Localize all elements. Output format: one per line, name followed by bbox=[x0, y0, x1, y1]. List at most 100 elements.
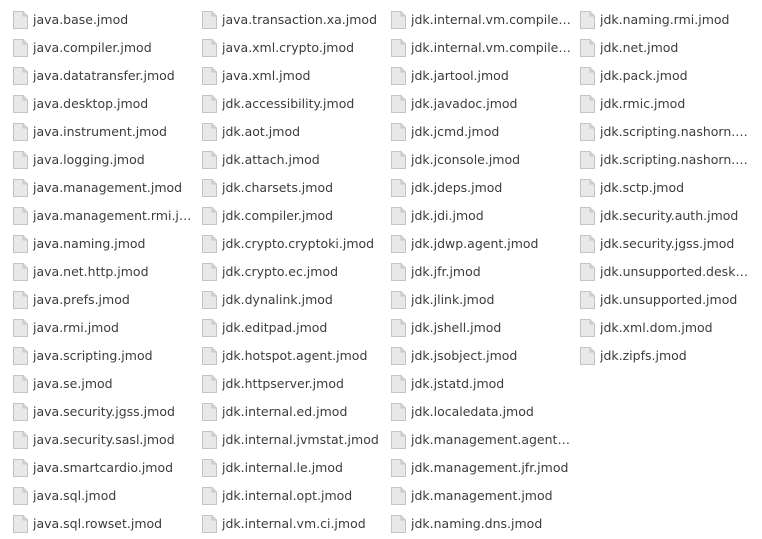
file-icon bbox=[390, 39, 406, 58]
file-icon bbox=[201, 431, 217, 450]
file-item[interactable]: jdk.internal.ed.jmod bbox=[201, 398, 390, 426]
file-name: jdk.internal.vm.compiler.… bbox=[411, 40, 573, 55]
file-column: java.base.jmod java.compiler.jmod java.dat… bbox=[0, 6, 201, 538]
file-item[interactable]: java.se.jmod bbox=[12, 370, 201, 398]
file-item[interactable]: java.sql.rowset.jmod bbox=[12, 510, 201, 538]
file-item[interactable]: jdk.hotspot.agent.jmod bbox=[201, 342, 390, 370]
file-item[interactable]: jdk.jshell.jmod bbox=[390, 314, 579, 342]
file-name: jdk.jfr.jmod bbox=[411, 264, 481, 279]
file-item[interactable]: jdk.crypto.ec.jmod bbox=[201, 258, 390, 286]
file-name: java.smartcardio.jmod bbox=[33, 460, 174, 475]
file-item[interactable]: java.compiler.jmod bbox=[12, 34, 201, 62]
file-item[interactable]: jdk.httpserver.jmod bbox=[201, 370, 390, 398]
file-item[interactable]: jdk.jconsole.jmod bbox=[390, 146, 579, 174]
file-item[interactable]: java.naming.jmod bbox=[12, 230, 201, 258]
file-item[interactable]: jdk.rmic.jmod bbox=[579, 90, 762, 118]
file-item[interactable]: java.instrument.jmod bbox=[12, 118, 201, 146]
file-item[interactable]: jdk.jlink.jmod bbox=[390, 286, 579, 314]
file-item[interactable]: java.xml.crypto.jmod bbox=[201, 34, 390, 62]
file-item[interactable]: jdk.scripting.nashorn.she… bbox=[579, 146, 762, 174]
file-item[interactable]: jdk.jartool.jmod bbox=[390, 62, 579, 90]
file-item[interactable]: jdk.scripting.nashorn.jmod bbox=[579, 118, 762, 146]
file-item[interactable]: jdk.internal.vm.compiler.j… bbox=[390, 6, 579, 34]
file-item[interactable]: jdk.compiler.jmod bbox=[201, 202, 390, 230]
file-item[interactable]: jdk.jsobject.jmod bbox=[390, 342, 579, 370]
file-icon bbox=[12, 207, 28, 226]
file-item[interactable]: java.xml.jmod bbox=[201, 62, 390, 90]
file-item[interactable]: jdk.javadoc.jmod bbox=[390, 90, 579, 118]
file-icon bbox=[579, 207, 595, 226]
file-icon bbox=[201, 263, 217, 282]
file-name: jdk.jcmd.jmod bbox=[411, 124, 500, 139]
file-name: java.scripting.jmod bbox=[33, 348, 153, 363]
file-item[interactable]: jdk.attach.jmod bbox=[201, 146, 390, 174]
file-name: java.security.jgss.jmod bbox=[33, 404, 175, 419]
file-item[interactable]: java.datatransfer.jmod bbox=[12, 62, 201, 90]
file-name: jdk.jsobject.jmod bbox=[411, 348, 518, 363]
file-item[interactable]: jdk.net.jmod bbox=[579, 34, 762, 62]
file-item[interactable]: jdk.pack.jmod bbox=[579, 62, 762, 90]
file-name: jdk.internal.jvmstat.jmod bbox=[222, 432, 379, 447]
file-item[interactable]: jdk.naming.dns.jmod bbox=[390, 510, 579, 538]
file-item[interactable]: jdk.naming.rmi.jmod bbox=[579, 6, 762, 34]
file-name: java.xml.jmod bbox=[222, 68, 311, 83]
file-item[interactable]: java.security.jgss.jmod bbox=[12, 398, 201, 426]
file-item[interactable]: jdk.management.jmod bbox=[390, 482, 579, 510]
file-item[interactable]: jdk.xml.dom.jmod bbox=[579, 314, 762, 342]
file-item[interactable]: jdk.internal.vm.ci.jmod bbox=[201, 510, 390, 538]
file-icon bbox=[579, 11, 595, 30]
file-item[interactable]: java.management.jmod bbox=[12, 174, 201, 202]
file-item[interactable]: jdk.localedata.jmod bbox=[390, 398, 579, 426]
file-item[interactable]: java.smartcardio.jmod bbox=[12, 454, 201, 482]
file-icon bbox=[390, 179, 406, 198]
file-item[interactable]: java.prefs.jmod bbox=[12, 286, 201, 314]
file-item[interactable]: java.security.sasl.jmod bbox=[12, 426, 201, 454]
file-icon bbox=[390, 319, 406, 338]
file-item[interactable]: java.sql.jmod bbox=[12, 482, 201, 510]
file-item[interactable]: java.management.rmi.jmod bbox=[12, 202, 201, 230]
file-item[interactable]: java.net.http.jmod bbox=[12, 258, 201, 286]
file-icon bbox=[390, 11, 406, 30]
file-item[interactable]: jdk.jdi.jmod bbox=[390, 202, 579, 230]
file-item[interactable]: jdk.internal.jvmstat.jmod bbox=[201, 426, 390, 454]
file-item[interactable]: jdk.jcmd.jmod bbox=[390, 118, 579, 146]
file-item[interactable]: jdk.security.auth.jmod bbox=[579, 202, 762, 230]
file-item[interactable]: jdk.unsupported.desktop… bbox=[579, 258, 762, 286]
file-item[interactable]: jdk.charsets.jmod bbox=[201, 174, 390, 202]
file-item[interactable]: java.transaction.xa.jmod bbox=[201, 6, 390, 34]
file-name: jdk.management.jfr.jmod bbox=[411, 460, 569, 475]
file-item[interactable]: jdk.security.jgss.jmod bbox=[579, 230, 762, 258]
file-item[interactable]: java.base.jmod bbox=[12, 6, 201, 34]
file-name: jdk.security.jgss.jmod bbox=[600, 236, 735, 251]
file-icon bbox=[201, 207, 217, 226]
file-name: jdk.crypto.cryptoki.jmod bbox=[222, 236, 375, 251]
file-item[interactable]: jdk.internal.vm.compiler.… bbox=[390, 34, 579, 62]
file-icon bbox=[12, 67, 28, 86]
file-item[interactable]: jdk.jdwp.agent.jmod bbox=[390, 230, 579, 258]
file-item[interactable]: java.scripting.jmod bbox=[12, 342, 201, 370]
file-name: jdk.editpad.jmod bbox=[222, 320, 328, 335]
file-item[interactable]: jdk.internal.le.jmod bbox=[201, 454, 390, 482]
file-name: jdk.internal.vm.ci.jmod bbox=[222, 516, 366, 531]
file-item[interactable]: java.rmi.jmod bbox=[12, 314, 201, 342]
file-name: java.compiler.jmod bbox=[33, 40, 152, 55]
file-item[interactable]: jdk.zipfs.jmod bbox=[579, 342, 762, 370]
file-item[interactable]: jdk.crypto.cryptoki.jmod bbox=[201, 230, 390, 258]
file-item[interactable]: jdk.accessibility.jmod bbox=[201, 90, 390, 118]
file-icon bbox=[201, 487, 217, 506]
file-item[interactable]: jdk.aot.jmod bbox=[201, 118, 390, 146]
file-item[interactable]: jdk.editpad.jmod bbox=[201, 314, 390, 342]
file-item[interactable]: jdk.jdeps.jmod bbox=[390, 174, 579, 202]
file-item[interactable]: jdk.management.agent.j… bbox=[390, 426, 579, 454]
file-name: jdk.internal.ed.jmod bbox=[222, 404, 348, 419]
file-item[interactable]: java.desktop.jmod bbox=[12, 90, 201, 118]
file-icon bbox=[390, 403, 406, 422]
file-item[interactable]: jdk.internal.opt.jmod bbox=[201, 482, 390, 510]
file-item[interactable]: jdk.dynalink.jmod bbox=[201, 286, 390, 314]
file-item[interactable]: java.logging.jmod bbox=[12, 146, 201, 174]
file-item[interactable]: jdk.sctp.jmod bbox=[579, 174, 762, 202]
file-item[interactable]: jdk.jfr.jmod bbox=[390, 258, 579, 286]
file-item[interactable]: jdk.unsupported.jmod bbox=[579, 286, 762, 314]
file-item[interactable]: jdk.jstatd.jmod bbox=[390, 370, 579, 398]
file-item[interactable]: jdk.management.jfr.jmod bbox=[390, 454, 579, 482]
